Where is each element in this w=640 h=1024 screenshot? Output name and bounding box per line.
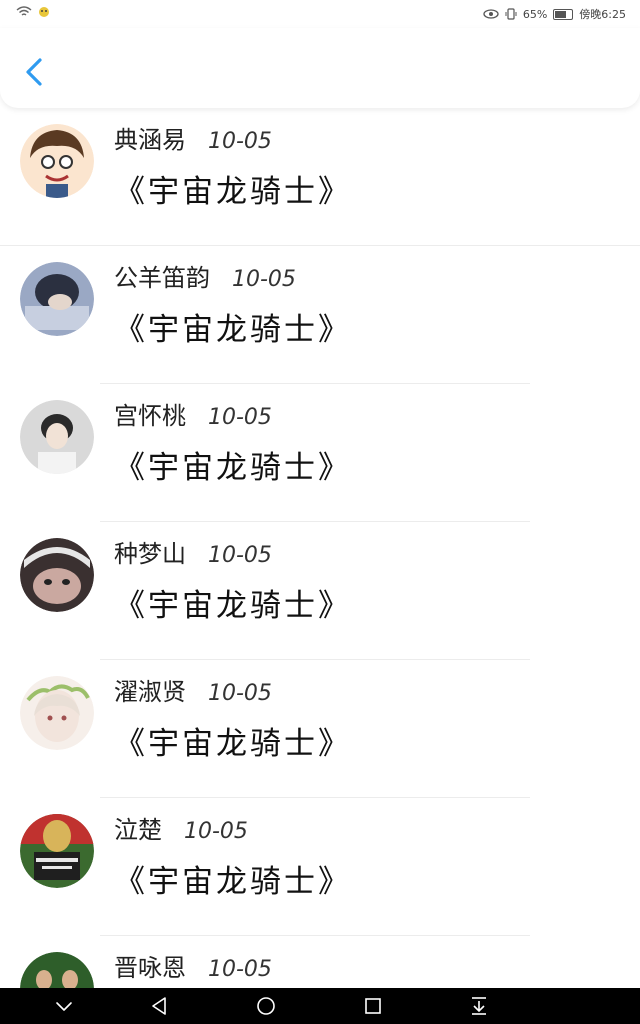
comment-title: 《宇宙龙骑士》 [114,312,352,348]
comment-date: 10-05 [184,819,248,844]
comment-title: 《宇宙龙骑士》 [114,174,352,210]
avatar [20,124,94,198]
notification-icon [39,7,49,17]
user-name: 晋咏恩 [114,954,186,982]
comment-title: 《宇宙龙骑士》 [114,588,352,624]
status-left [16,6,50,18]
list-item[interactable]: 宫怀桃 10-05 《宇宙龙骑士》 [0,384,640,522]
battery-percent: 65% [522,7,548,21]
user-name: 公羊笛韵 [114,264,210,292]
list-item[interactable]: 典涵易 10-05 《宇宙龙骑士》 [0,108,640,246]
comment-title: 《宇宙龙骑士》 [114,726,352,762]
avatar [20,814,94,888]
comment-header: 晋咏恩 10-05 [114,948,272,983]
list-item[interactable]: 泣楚 10-05 《宇宙龙骑士》 [0,798,640,936]
avatar [20,676,94,750]
clock: 傍晚6:25 [579,8,626,21]
download-icon[interactable] [466,994,492,1018]
wifi-icon [16,6,32,16]
list-item[interactable]: 种梦山 10-05 《宇宙龙骑士》 [0,522,640,660]
comment-header: 种梦山 10-05 [114,534,272,569]
comment-date: 10-05 [208,681,272,706]
status-right: 65% 傍晚6:25 [483,6,626,22]
battery-icon [553,8,574,20]
comment-header: 典涵易 10-05 [114,120,272,155]
comment-date: 10-05 [208,129,272,154]
list-item[interactable]: 公羊笛韵 10-05 《宇宙龙骑士》 [0,246,640,384]
home-circle-icon[interactable] [253,994,279,1018]
user-name: 濯淑贤 [114,678,186,706]
user-name: 典涵易 [114,126,186,154]
chevron-down-icon[interactable] [51,994,77,1018]
comment-date: 10-05 [208,405,272,430]
comment-date: 10-05 [232,267,296,292]
user-name: 宫怀桃 [114,402,186,430]
user-name: 种梦山 [114,540,186,568]
user-name: 泣楚 [114,816,162,844]
comment-date: 10-05 [208,543,272,568]
recents-square-icon[interactable] [360,994,386,1018]
comment-title: 《宇宙龙骑士》 [114,450,352,486]
comment-header: 宫怀桃 10-05 [114,396,272,431]
avatar [20,538,94,612]
header [0,28,640,108]
avatar [20,262,94,336]
comment-header: 公羊笛韵 10-05 [114,258,296,293]
chevron-left-icon [26,58,42,86]
comment-header: 泣楚 10-05 [114,810,248,845]
comment-header: 濯淑贤 10-05 [114,672,272,707]
eye-icon [483,9,499,19]
back-triangle-icon[interactable] [147,994,173,1018]
back-button[interactable] [18,52,52,92]
system-navigation-bar [0,988,640,1024]
vibrate-icon [505,8,517,20]
list-item[interactable]: 濯淑贤 10-05 《宇宙龙骑士》 [0,660,640,798]
comment-date: 10-05 [208,957,272,982]
avatar [20,400,94,474]
comment-list: 典涵易 10-05 《宇宙龙骑士》 公羊笛韵 10-05 《宇宙龙骑士》 宫怀桃… [0,108,640,1024]
comment-title: 《宇宙龙骑士》 [114,864,352,900]
page: 65% 傍晚6:25 典涵易 10-05 《宇宙龙骑士》 公羊笛韵 10-05 … [0,0,640,1024]
status-bar: 65% 傍晚6:25 [0,0,640,28]
